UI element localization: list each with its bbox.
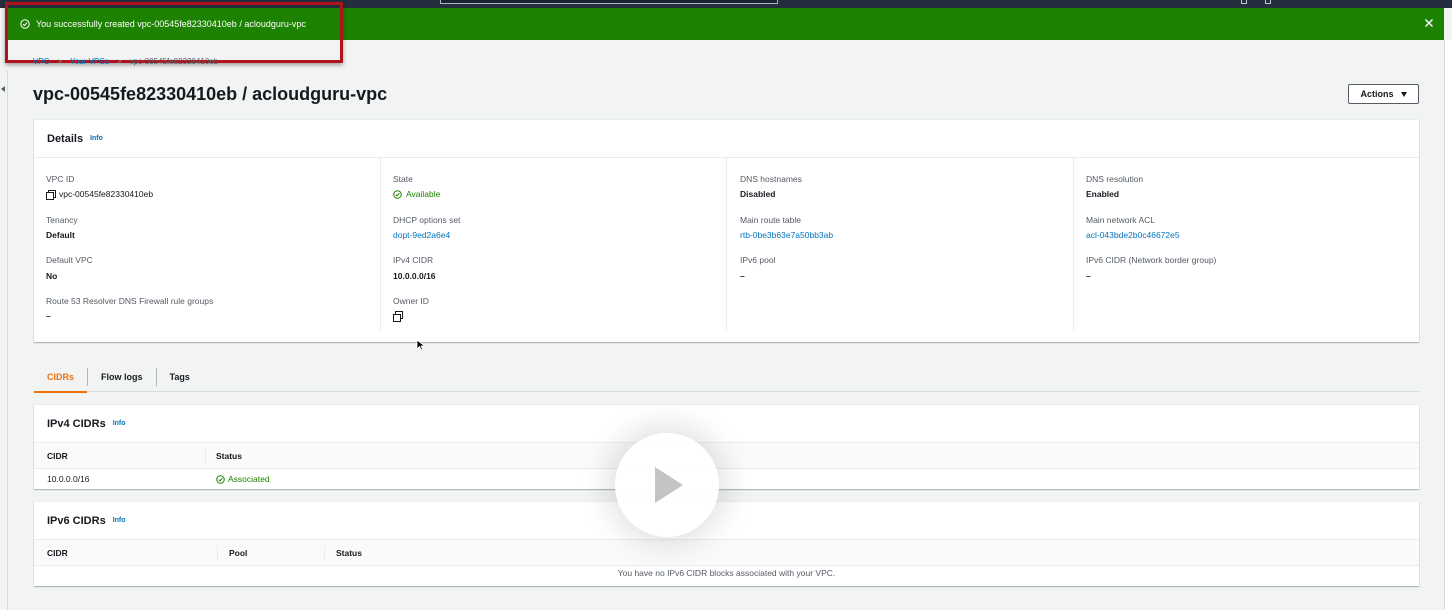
cidr-cell: 10.0.0.0/16 [47, 474, 90, 484]
main-network-acl-link[interactable]: acl-043bde2b0c46672e5 [1086, 230, 1180, 240]
dhcp-link[interactable]: dopt-9ed2a6e4 [393, 230, 450, 240]
main-route-table-label: Main route table [740, 215, 801, 225]
details-heading: Details [47, 132, 84, 145]
ipv4-table-header: CIDR Status [34, 443, 1419, 469]
default-vpc-label: Default VPC [46, 255, 93, 265]
close-icon[interactable] [1422, 16, 1436, 30]
details-info-link[interactable]: Info [90, 135, 103, 142]
navigation-drawer-edge[interactable] [0, 70, 8, 610]
expand-nav-icon[interactable] [1, 86, 5, 92]
main-network-acl-label: Main network ACL [1086, 215, 1155, 225]
play-icon [655, 467, 683, 503]
ipv6-empty-message: You have no IPv6 CIDR blocks associated … [617, 568, 836, 578]
dhcp-label: DHCP options set [393, 215, 461, 225]
actions-button-label: Actions [1360, 89, 1394, 99]
dns-hostnames-label: DNS hostnames [740, 174, 802, 184]
ipv6-pool-value: – [740, 271, 745, 281]
ipv6-cidr-nbg-value: – [1086, 271, 1091, 281]
main-route-table-link[interactable]: rtb-0be3b63e7a50bb3ab [740, 230, 833, 240]
breadcrumb-vpc[interactable]: VPC [33, 57, 49, 67]
tenancy-label: Tenancy [46, 215, 78, 225]
ipv4-cidr-label: IPv4 CIDR [393, 255, 434, 265]
default-vpc-value: No [46, 271, 58, 281]
caret-down-icon [1400, 91, 1407, 97]
console-top-bar [0, 0, 1452, 8]
vpc-id-text: vpc-00545fe82330410eb [59, 189, 154, 199]
column-divider [205, 449, 206, 463]
console-search-box[interactable] [440, 0, 778, 4]
ipv4-info-link[interactable]: Info [113, 420, 126, 427]
ipv4-cidrs-panel: IPv4 CIDRs Info CIDR Status 10.0.0.0/16 … [34, 405, 1419, 489]
flash-message: You successfully created vpc-00545fe8233… [36, 19, 306, 29]
column-header-cidr[interactable]: CIDR [47, 540, 68, 565]
tab-bar: CIDRs Flow logs Tags [34, 362, 1419, 393]
breadcrumb-separator-icon: > [116, 57, 122, 66]
ipv6-pool-label: IPv6 pool [740, 255, 776, 265]
status-cell: Associated [216, 469, 270, 489]
help-icon[interactable] [1265, 0, 1271, 4]
breadcrumb-separator-icon: > [57, 57, 63, 66]
ipv6-cidrs-header: IPv6 CIDRs Info [34, 502, 1419, 540]
check-circle-icon [216, 474, 225, 484]
column-divider [324, 546, 325, 560]
check-circle-icon [20, 19, 30, 29]
notification-icon[interactable] [1241, 0, 1247, 4]
state-value: Available [393, 189, 440, 199]
success-flash-banner: You successfully created vpc-00545fe8233… [8, 8, 1444, 40]
route53-label: Route 53 Resolver DNS Firewall rule grou… [46, 296, 214, 306]
actions-button[interactable]: Actions [1348, 84, 1419, 104]
tab-tags[interactable]: Tags [157, 368, 203, 386]
owner-id-value [393, 311, 406, 322]
breadcrumb-your-vpcs[interactable]: Your VPCs [70, 57, 109, 67]
vpc-id-label: VPC ID [46, 174, 75, 184]
breadcrumb: VPC > Your VPCs > vpc-00545fe82330410eb [33, 57, 218, 67]
page-title: vpc-00545fe82330410eb / acloudguru-vpc [33, 84, 388, 104]
details-panel: Details Info VPC ID vpc-00545fe82330410e… [34, 120, 1419, 342]
column-header-status[interactable]: Status [336, 540, 362, 565]
ipv6-info-link[interactable]: Info [113, 517, 126, 524]
ipv4-cidrs-heading: IPv4 CIDRs [47, 417, 106, 430]
ipv6-table-header: CIDR Pool Status [34, 540, 1419, 566]
column-divider [1073, 158, 1074, 330]
details-header: Details Info [34, 120, 1419, 158]
ipv6-cidrs-panel: IPv6 CIDRs Info CIDR Pool Status You hav… [34, 502, 1419, 586]
video-play-button[interactable] [615, 433, 719, 537]
state-text: Available [406, 189, 441, 199]
column-header-status[interactable]: Status [216, 443, 242, 468]
ipv4-cidrs-header: IPv4 CIDRs Info [34, 405, 1419, 443]
state-label: State [393, 174, 413, 184]
status-text: Associated [228, 474, 270, 484]
column-divider [217, 546, 218, 560]
check-circle-icon [393, 189, 402, 199]
ipv6-cidrs-heading: IPv6 CIDRs [47, 514, 106, 527]
tab-cidrs[interactable]: CIDRs [34, 367, 89, 393]
dns-resolution-label: DNS resolution [1086, 174, 1144, 184]
dns-hostnames-value: Disabled [740, 189, 776, 199]
tenancy-value: Default [46, 230, 75, 240]
tab-flow-logs[interactable]: Flow logs [88, 367, 157, 386]
column-header-pool[interactable]: Pool [229, 540, 247, 565]
vpc-id-value: vpc-00545fe82330410eb [46, 189, 154, 200]
table-row: 10.0.0.0/16 Associated [34, 469, 1419, 489]
column-divider [726, 158, 727, 330]
ipv6-cidr-nbg-label: IPv6 CIDR (Network border group) [1086, 255, 1217, 265]
column-divider [380, 158, 381, 330]
ipv4-cidr-value: 10.0.0.0/16 [393, 271, 436, 281]
tools-panel-edge [1444, 40, 1452, 610]
mouse-pointer-icon [416, 339, 426, 351]
dns-resolution-value: Enabled [1086, 189, 1120, 199]
route53-value: – [46, 311, 51, 321]
copy-icon[interactable] [393, 311, 403, 322]
breadcrumb-current: vpc-00545fe82330410eb [129, 57, 219, 66]
copy-icon[interactable] [46, 189, 56, 200]
column-header-cidr[interactable]: CIDR [47, 443, 68, 468]
owner-id-label: Owner ID [393, 296, 429, 306]
